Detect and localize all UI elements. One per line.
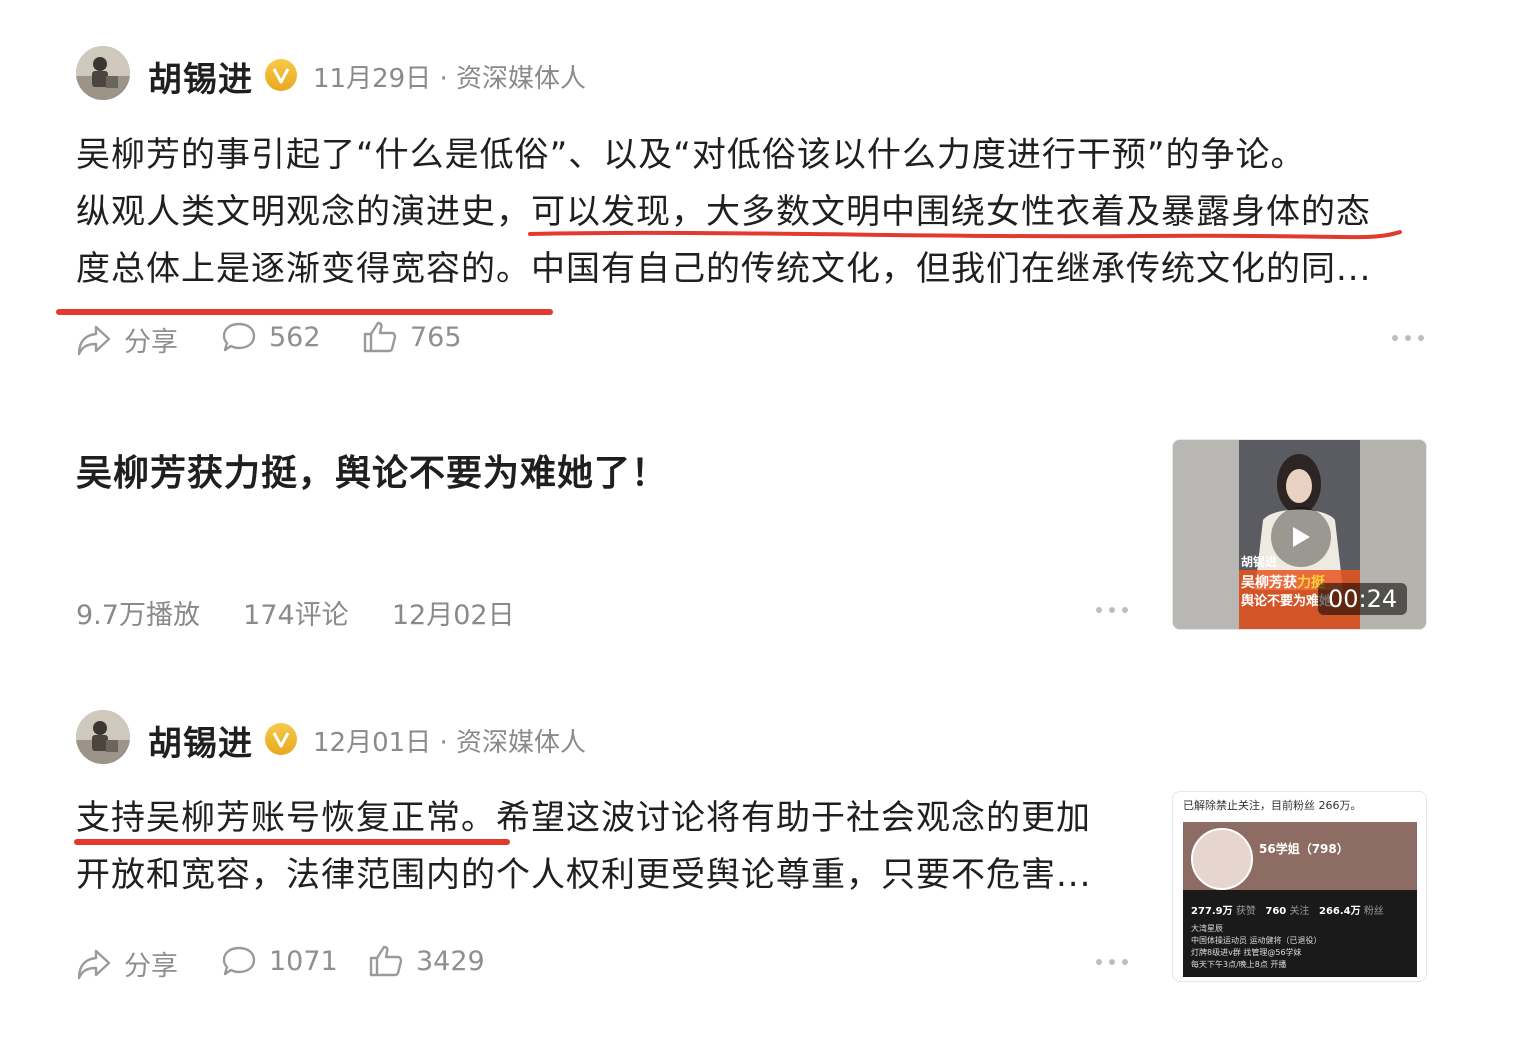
more-options-icon[interactable]	[1096, 959, 1128, 965]
profile-stats: 277.9万 获赞 760 关注 266.4万 粉丝	[1191, 906, 1384, 917]
red-underline-mark	[56, 309, 553, 315]
share-button[interactable]: 分享	[76, 320, 178, 359]
profile-card: 56学姐（798） 277.9万 获赞 760 关注 266.4万 粉丝 大湾星…	[1183, 822, 1417, 977]
share-icon	[77, 325, 111, 355]
verified-v-icon	[265, 59, 297, 91]
post-text[interactable]: 吴柳芳的事引起了“什么是低俗”、以及“对低俗该以什么力度进行干预”的争论。 纵观…	[76, 127, 1456, 298]
author-role: 资深媒体人	[455, 64, 586, 94]
more-options-icon[interactable]	[1096, 607, 1128, 613]
play-count: 9.7万播放	[76, 600, 200, 631]
share-label: 分享	[124, 327, 178, 358]
profile-avatar	[1191, 828, 1253, 890]
like-count: 765	[410, 321, 462, 353]
overlay-headline: 吴柳芳获力挺	[1241, 575, 1325, 591]
thumb-note: 已解除禁止关注，目前粉丝 266万。	[1183, 799, 1362, 812]
post-meta: 12月01日 · 资深媒体人	[313, 722, 586, 759]
meta-separator: ·	[439, 64, 456, 94]
thumbs-up-icon	[363, 321, 397, 353]
comment-icon	[222, 946, 256, 976]
author-name[interactable]: 胡锡进	[148, 52, 253, 101]
overlay-author: 胡锡进	[1241, 555, 1278, 569]
video-title[interactable]: 吴柳芳获力挺，舆论不要为难她了！	[76, 444, 668, 496]
share-label: 分享	[124, 951, 178, 982]
like-button[interactable]: 3429	[368, 944, 485, 978]
comment-count: 1071	[269, 945, 338, 977]
comment-button[interactable]: 1071	[221, 944, 338, 978]
verified-v-icon	[265, 723, 297, 755]
video-comment-count: 174评论	[243, 600, 349, 631]
post-text-line: 吴柳芳的事引起了“什么是低俗”、以及“对低俗该以什么力度进行干预”的争论。	[76, 135, 1306, 175]
video-thumbnail[interactable]: 胡锡进 吴柳芳获力挺 舆论不要为难她 00:24	[1172, 439, 1427, 630]
video-duration: 00:24	[1318, 583, 1408, 615]
comment-button[interactable]: 562	[221, 320, 321, 354]
post-meta: 11月29日 · 资深媒体人	[313, 58, 586, 95]
author-avatar[interactable]	[76, 710, 130, 764]
avatar-photo	[76, 46, 130, 100]
share-button[interactable]: 分享	[76, 944, 178, 983]
red-underline-mark	[74, 839, 510, 845]
red-underline-mark	[528, 230, 1402, 240]
post-text[interactable]: 支持吴柳芳账号恢复正常。希望这波讨论将有助于社会观念的更加 开放和宽容，法律范围…	[76, 790, 1136, 904]
profile-name: 56学姐（798）	[1259, 842, 1349, 856]
share-icon	[77, 949, 111, 979]
more-options-icon[interactable]	[1392, 335, 1424, 341]
like-button[interactable]: 765	[362, 320, 462, 354]
meta-separator: ·	[439, 728, 456, 758]
post-date: 12月01日	[313, 728, 432, 758]
video-date: 12月02日	[391, 600, 515, 631]
author-name[interactable]: 胡锡进	[148, 716, 253, 765]
post-date: 11月29日	[313, 64, 432, 94]
screenshot-thumbnail[interactable]: 已解除禁止关注，目前粉丝 266万。 56学姐（798） 277.9万 获赞 7…	[1172, 791, 1427, 982]
profile-bio: 大湾星辰 中国体操运动员 运动健将（已退役） 灯牌8级进v群 找管理@56学妹 …	[1191, 924, 1322, 969]
play-icon[interactable]	[1271, 507, 1331, 567]
avatar-photo	[76, 710, 130, 764]
thumbs-up-icon	[369, 945, 403, 977]
post-text-line: 开放和宽容，法律范围内的个人权利更受舆论尊重，只要不危害...	[76, 855, 1092, 895]
author-avatar[interactable]	[76, 46, 130, 100]
video-meta: 9.7万播放 174评论 12月02日	[76, 593, 515, 632]
comment-icon	[222, 322, 256, 352]
like-count: 3429	[416, 945, 485, 977]
author-role: 资深媒体人	[455, 728, 586, 758]
comment-count: 562	[269, 321, 321, 353]
